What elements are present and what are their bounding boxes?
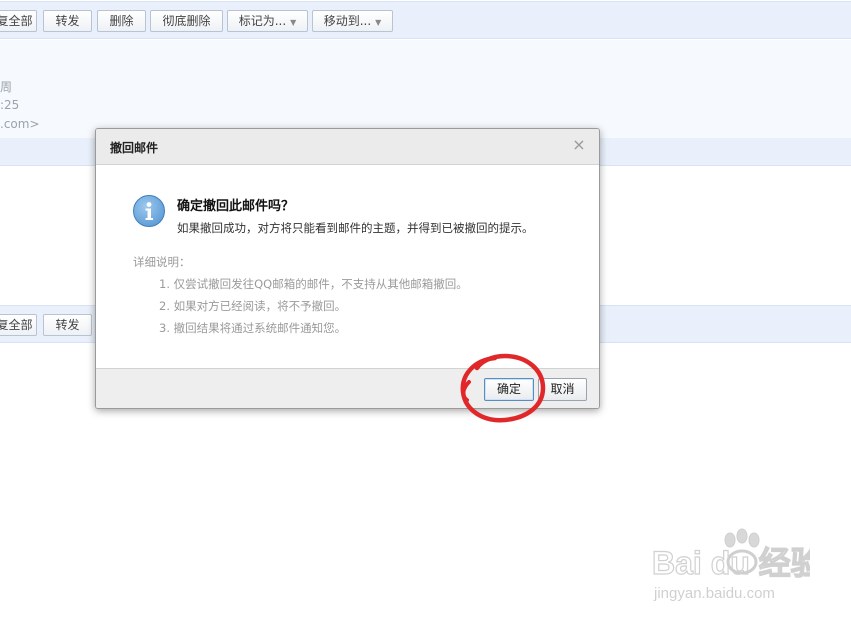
dialog-subtitle: 如果撤回成功，对方将只能看到邮件的主题，并得到已被撤回的提示。 <box>177 221 534 235</box>
delete-button[interactable]: 删除 <box>97 10 146 32</box>
baidu-watermark-logo: Bai du 经验 jingyan.baidu.com <box>651 528 810 602</box>
detail-item: 3. 撤回结果将通过系统邮件通知您。 <box>159 321 347 335</box>
reply-all-button-bottom[interactable]: 复全部 <box>0 314 37 336</box>
detail-label: 详细说明： <box>133 255 191 269</box>
delete-label: 删除 <box>109 14 134 28</box>
dialog-title-bar: 撤回邮件 × <box>96 129 599 165</box>
dialog-title: 撤回邮件 <box>110 141 159 155</box>
forward-label: 转发 <box>55 14 80 28</box>
mail-header: 周 :25 .com> <box>0 40 851 140</box>
top-toolbar: 复全部 转发 删除 彻底删除 标记为... ▼ 移动到... ▼ <box>0 1 851 39</box>
info-icon <box>133 195 165 227</box>
reply-all-label: 复全部 <box>0 14 33 28</box>
mark-as-label: 标记为... <box>238 14 287 28</box>
move-to-label: 移动到... <box>323 14 372 28</box>
mail-time-fragment: :25 <box>0 98 20 112</box>
dialog-question: 确定撤回此邮件吗？ <box>177 199 295 214</box>
watermark-url: jingyan.baidu.com <box>653 585 775 602</box>
mail-header-fragment: 周 <box>0 80 13 94</box>
watermark-brand: Bai du 经验 <box>652 545 810 581</box>
mail-sender-fragment: .com> <box>0 117 40 131</box>
permanent-delete-label: 彻底删除 <box>162 14 211 28</box>
reply-all-button[interactable]: 复全部 <box>0 10 37 32</box>
forward-label: 转发 <box>55 318 80 332</box>
mark-as-dropdown[interactable]: 标记为... ▼ <box>227 10 308 32</box>
chevron-down-icon: ▼ <box>290 18 297 27</box>
forward-button-bottom[interactable]: 转发 <box>43 314 92 336</box>
detail-item: 1. 仅尝试撤回发往QQ邮箱的邮件，不支持从其他邮箱撤回。 <box>159 277 468 291</box>
forward-button[interactable]: 转发 <box>43 10 92 32</box>
chevron-down-icon: ▼ <box>375 18 382 27</box>
red-annotation-circle <box>460 353 546 423</box>
move-to-dropdown[interactable]: 移动到... ▼ <box>312 10 393 32</box>
reply-all-label: 复全部 <box>0 318 33 332</box>
close-icon[interactable]: × <box>571 137 587 153</box>
detail-item: 2. 如果对方已经阅读，将不予撤回。 <box>159 299 347 313</box>
permanent-delete-button[interactable]: 彻底删除 <box>150 10 223 32</box>
